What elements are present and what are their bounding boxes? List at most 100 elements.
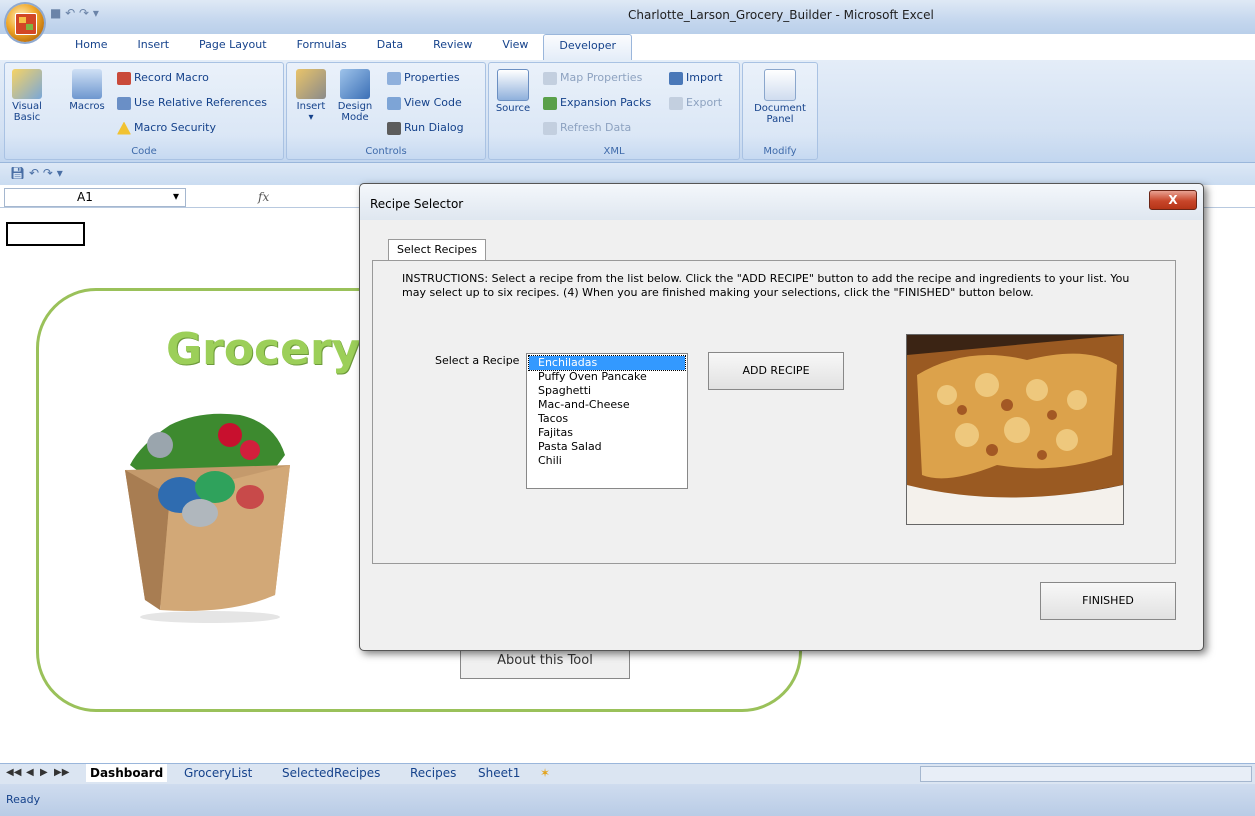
macro-security-button[interactable]: Macro Security — [117, 121, 216, 135]
code-group-label: Code — [131, 146, 157, 157]
list-item[interactable]: Mac-and-Cheese — [527, 398, 687, 412]
expansion-packs-button[interactable]: Expansion Packs — [543, 96, 651, 110]
instructions-text: INSTRUCTIONS: Select a recipe from the l… — [402, 272, 1130, 299]
sheet-tab-sheet1[interactable]: Sheet1 — [478, 764, 520, 782]
finished-button[interactable]: FINISHED — [1040, 582, 1176, 620]
properties-button[interactable]: Properties — [387, 71, 460, 85]
refresh-icon — [543, 121, 557, 135]
dashboard-heading: Grocery — [166, 324, 361, 375]
document-panel-icon — [764, 69, 796, 101]
enchiladas-image — [907, 335, 1123, 524]
view-code-button[interactable]: View Code — [387, 96, 462, 110]
design-mode-button[interactable]: Design Mode — [335, 69, 375, 123]
grocery-bag-image — [125, 413, 290, 623]
map-properties-button[interactable]: Map Properties — [543, 71, 642, 85]
name-box-value: A1 — [77, 190, 93, 204]
horizontal-scrollbar[interactable] — [920, 766, 1252, 782]
sheet-tab-dashboard[interactable]: Dashboard — [86, 764, 168, 782]
import-button[interactable]: Import — [669, 71, 723, 85]
visual-basic-icon — [12, 69, 42, 99]
properties-label: Properties — [404, 71, 460, 84]
document-panel-button[interactable]: Document Panel — [751, 69, 809, 125]
prev-sheet-icon[interactable]: ◀ — [26, 767, 34, 778]
tab-formulas[interactable]: Formulas — [282, 34, 362, 60]
import-label: Import — [686, 71, 723, 84]
insert-control-label: Insert — [296, 101, 326, 112]
warning-icon — [117, 121, 131, 135]
visual-basic-label-2: Basic — [13, 112, 41, 123]
tab-data[interactable]: Data — [362, 34, 418, 60]
quick-access-bar: 💾︎ ↶ ↷ ▾ — [0, 163, 1255, 185]
view-code-label: View Code — [404, 96, 462, 109]
status-bar: Ready — [0, 784, 1255, 816]
first-sheet-icon[interactable]: ◀◀ — [6, 767, 21, 778]
sheet-tab-grocerylist[interactable]: GroceryList — [184, 764, 252, 782]
recipe-listbox[interactable]: Enchiladas Puffy Oven Pancake Spaghetti … — [526, 353, 688, 489]
modify-group-label: Modify — [763, 146, 797, 157]
chevron-down-icon[interactable]: ▾ — [173, 189, 179, 203]
tab-page-layout[interactable]: Page Layout — [184, 34, 282, 60]
office-logo-icon — [15, 13, 37, 35]
tab-select-recipes[interactable]: Select Recipes — [388, 239, 486, 262]
run-dialog-button[interactable]: Run Dialog — [387, 121, 464, 135]
source-button[interactable]: Source — [493, 69, 533, 114]
cell-selection[interactable] — [6, 222, 85, 246]
map-properties-label: Map Properties — [560, 71, 643, 84]
list-item[interactable]: Tacos — [527, 412, 687, 426]
design-mode-icon — [340, 69, 370, 99]
sheet-tab-recipes[interactable]: Recipes — [410, 764, 456, 782]
tab-view[interactable]: View — [487, 34, 543, 60]
office-button[interactable] — [6, 4, 44, 42]
recipe-photo — [906, 334, 1124, 525]
use-relative-references-label: Use Relative References — [134, 96, 268, 109]
function-icon[interactable]: fx — [258, 190, 269, 204]
insert-sheet-icon[interactable]: ✶ — [540, 764, 550, 782]
list-item[interactable]: Pasta Salad — [527, 440, 687, 454]
macros-button[interactable]: Macros — [67, 69, 107, 112]
expansion-packs-label: Expansion Packs — [560, 96, 652, 109]
export-button[interactable]: Export — [669, 96, 722, 110]
list-item[interactable]: Puffy Oven Pancake — [527, 370, 687, 384]
relative-references-icon — [117, 96, 131, 110]
tab-developer[interactable]: Developer — [543, 34, 632, 61]
last-sheet-icon[interactable]: ▶▶ — [54, 767, 69, 778]
insert-control-button[interactable]: Insert ▾ — [291, 69, 331, 123]
macro-security-label: Macro Security — [134, 121, 216, 134]
visual-basic-button[interactable]: Visual Basic — [9, 69, 45, 123]
tab-insert[interactable]: Insert — [122, 34, 184, 60]
controls-group-label: Controls — [365, 146, 407, 157]
save-icon[interactable]: 💾︎ ↶ ↷ ▾ — [10, 166, 63, 180]
xml-group-label: XML — [603, 146, 625, 157]
add-recipe-button[interactable]: ADD RECIPE — [708, 352, 844, 390]
next-sheet-icon[interactable]: ▶ — [40, 767, 48, 778]
sheet-tab-selectedrecipes[interactable]: SelectedRecipes — [282, 764, 380, 782]
macros-icon — [72, 69, 102, 99]
view-code-icon — [387, 96, 401, 110]
export-icon — [669, 96, 683, 110]
list-item[interactable]: Chili — [527, 454, 687, 468]
tab-review[interactable]: Review — [418, 34, 487, 60]
use-relative-references-button[interactable]: Use Relative References — [117, 96, 267, 110]
dialog-title: Recipe Selector — [370, 197, 464, 211]
list-item[interactable]: Spaghetti — [527, 384, 687, 398]
document-panel-label-2: Panel — [766, 114, 794, 125]
status-text: Ready — [6, 793, 41, 806]
quick-access-toolbar[interactable]: ■ ↶ ↷ ▾ — [50, 6, 99, 20]
record-macro-label: Record Macro — [134, 71, 209, 84]
record-macro-button[interactable]: Record Macro — [117, 71, 209, 85]
refresh-data-button[interactable]: Refresh Data — [543, 121, 631, 135]
list-item[interactable]: Enchiladas — [528, 355, 686, 371]
close-button[interactable]: X — [1149, 190, 1197, 210]
run-dialog-icon — [387, 121, 401, 135]
list-item[interactable]: Fajitas — [527, 426, 687, 440]
modify-group: Document Panel Modify — [742, 62, 818, 160]
window-title: Charlotte_Larson_Grocery_Builder - Micro… — [628, 8, 934, 22]
name-box[interactable]: A1 ▾ — [4, 188, 186, 207]
document-panel-label: Document — [754, 103, 806, 114]
select-recipe-label: Select a Recipe — [435, 354, 520, 367]
code-group: Visual Basic Macros Record Macro Use Rel… — [4, 62, 284, 160]
macros-label: Macros — [69, 101, 105, 112]
tab-home[interactable]: Home — [60, 34, 122, 60]
controls-group: Insert ▾ Design Mode Properties View Cod… — [286, 62, 486, 160]
run-dialog-label: Run Dialog — [404, 121, 464, 134]
